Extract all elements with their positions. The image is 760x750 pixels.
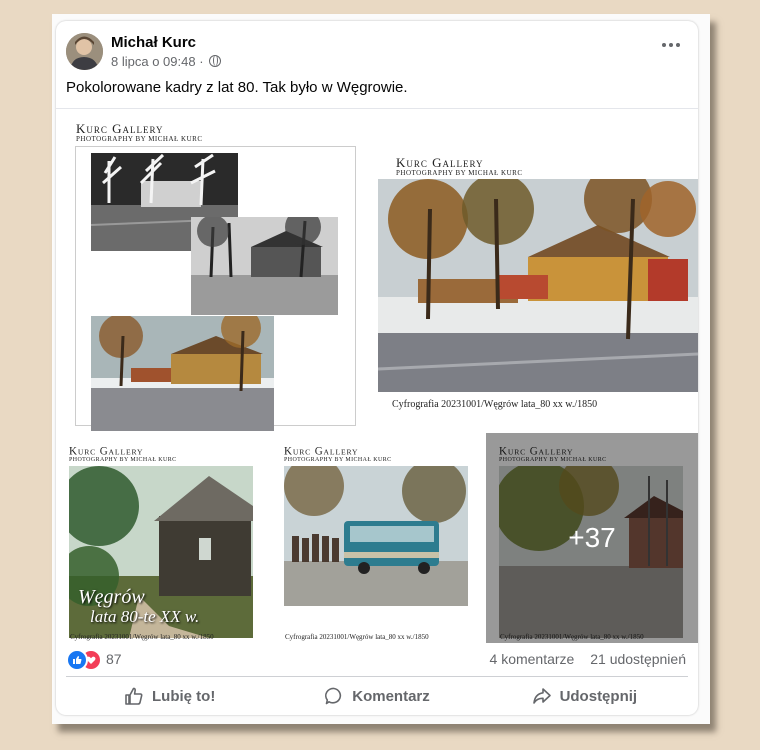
post-stats: 87 4 komentarze 21 udostępnień	[66, 649, 688, 671]
meta-separator: ·	[199, 54, 204, 69]
post-text: Pokolorowane kadry z lat 80. Tak było w …	[66, 79, 408, 96]
more-photos-count: +37	[568, 522, 616, 553]
share-icon	[532, 688, 551, 704]
shares-count[interactable]: 21 udostępnień	[590, 651, 686, 667]
comments-count[interactable]: 4 komentarze	[490, 651, 575, 667]
poster-title: Węgrów lata 80-te XX w.	[78, 586, 200, 626]
avatar[interactable]	[66, 33, 103, 70]
photo-caption: Cyfrografia 20231001/Węgrów lata_80 xx w…	[392, 399, 598, 410]
color-photo	[91, 316, 274, 431]
reactions-count[interactable]: 87	[106, 651, 122, 667]
author-name[interactable]: Michał Kurc	[111, 34, 196, 51]
gallery-brand: Kurc Gallery PHOTOGRAPHY BY MICHAŁ KURC	[76, 121, 203, 143]
like-label: Lubię to!	[152, 687, 216, 705]
photo-caption: Cyfrografia 20231001/Węgrów lata_80 xx w…	[285, 633, 429, 641]
engagement-stats: 4 komentarze 21 udostępnień	[478, 651, 686, 667]
photo-tile-more[interactable]: Kurc Gallery PHOTOGRAPHY BY MICHAŁ KURC …	[486, 433, 698, 643]
post-meta: 8 lipca o 09:48 ·	[111, 54, 222, 69]
comment-icon	[325, 687, 342, 705]
share-label: Udostępnij	[559, 687, 638, 705]
post-date[interactable]: 8 lipca o 09:48	[111, 54, 196, 69]
photo-grid: Kurc Gallery PHOTOGRAPHY BY MICHAŁ KURC	[56, 108, 698, 643]
bw-photo	[191, 217, 338, 315]
globe-icon	[209, 55, 222, 67]
action-bar: Lubię to! Komentarz Udostępnij	[66, 681, 688, 711]
facebook-post: Michał Kurc 8 lipca o 09:48 · Pokolorowa…	[56, 21, 698, 715]
photo-tile-poster[interactable]: Kurc Gallery PHOTOGRAPHY BY MICHAŁ KURC …	[56, 433, 269, 643]
share-button[interactable]: Udostępnij	[481, 681, 688, 711]
like-reaction-icon[interactable]	[66, 649, 88, 671]
thumbs-up-icon	[125, 687, 143, 705]
like-button[interactable]: Lubię to!	[66, 681, 273, 711]
divider	[66, 676, 688, 677]
more-photos-overlay[interactable]: +37	[486, 433, 698, 643]
photo-caption: Cyfrografia 20231001/Węgrów lata_80 xx w…	[70, 633, 214, 641]
gallery-brand: Kurc Gallery PHOTOGRAPHY BY MICHAŁ KURC	[284, 444, 392, 463]
gallery-brand: Kurc Gallery PHOTOGRAPHY BY MICHAŁ KURC	[69, 444, 177, 463]
photo-tile-collage[interactable]: Kurc Gallery PHOTOGRAPHY BY MICHAŁ KURC	[56, 109, 376, 431]
street-photo	[378, 179, 698, 392]
bus-photo	[284, 466, 468, 606]
photo-tile-main[interactable]: Kurc Gallery PHOTOGRAPHY BY MICHAŁ KURC	[378, 109, 698, 431]
photo-tile-bus[interactable]: Kurc Gallery PHOTOGRAPHY BY MICHAŁ KURC …	[271, 433, 484, 643]
more-options-icon[interactable]	[662, 43, 680, 47]
gallery-brand: Kurc Gallery PHOTOGRAPHY BY MICHAŁ KURC	[396, 155, 523, 177]
comment-label: Komentarz	[352, 687, 430, 705]
comment-button[interactable]: Komentarz	[273, 681, 480, 711]
